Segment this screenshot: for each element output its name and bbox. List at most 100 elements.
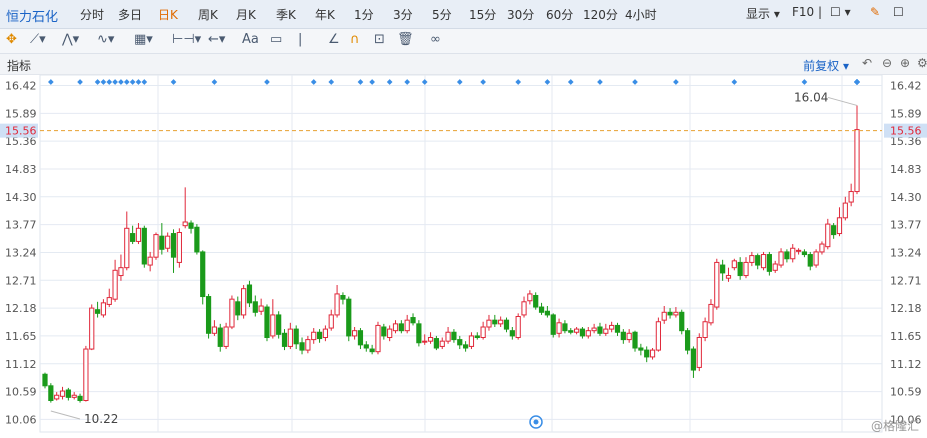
- candle-body: [141, 227, 147, 265]
- window-checkbox-icon[interactable]: ☐: [893, 5, 904, 19]
- settings-icon[interactable]: ⚙: [917, 56, 927, 70]
- period-tab[interactable]: 60分: [546, 6, 573, 23]
- wave-tool-icon[interactable]: ∿▾: [97, 32, 114, 47]
- comment-tool-icon[interactable]: ▭: [270, 32, 282, 47]
- candle-body: [573, 328, 580, 333]
- divider-icon: |: [298, 32, 303, 47]
- candle-body: [346, 298, 352, 337]
- y-tick-label-right: 10.59: [890, 386, 922, 399]
- candle-body: [387, 328, 393, 339]
- period-tab[interactable]: 30分: [507, 6, 534, 23]
- candle-body: [422, 340, 428, 343]
- magnet-icon[interactable]: ∩: [350, 32, 360, 47]
- y-tick-label-right: 12.71: [890, 274, 922, 287]
- display-menu[interactable]: 显示 ▾: [746, 5, 780, 22]
- period-tab[interactable]: 120分: [583, 6, 618, 23]
- zoom-in-icon[interactable]: ⊕: [900, 56, 910, 70]
- candle-body: [813, 251, 819, 266]
- period-tab[interactable]: 周K: [198, 6, 218, 23]
- layout-checkbox-icon[interactable]: ☐ ▾: [830, 5, 851, 19]
- period-tab[interactable]: 年K: [315, 6, 335, 23]
- period-tab[interactable]: 5分: [432, 6, 452, 23]
- candle-body: [392, 323, 399, 332]
- candle-body: [731, 260, 737, 269]
- arrow-tool-icon[interactable]: ←▾: [208, 32, 225, 47]
- candle-body: [825, 223, 831, 248]
- candle-body: [749, 255, 755, 263]
- f10-button[interactable]: F10: [792, 5, 814, 19]
- pencil-icon[interactable]: ✎: [870, 5, 880, 19]
- trash-icon[interactable]: 🗑: [397, 32, 414, 47]
- candle-body: [503, 319, 510, 330]
- period-tab[interactable]: 月K: [236, 6, 256, 23]
- period-tab[interactable]: 多日: [118, 6, 142, 23]
- candle-body: [89, 307, 95, 350]
- candle-body: [182, 221, 188, 227]
- candle-body: [328, 314, 334, 329]
- period-tab[interactable]: 季K: [276, 6, 296, 23]
- eraser-icon[interactable]: ∠: [328, 32, 340, 47]
- crosshair-icon[interactable]: ✥: [6, 32, 17, 47]
- period-tab[interactable]: 日K: [158, 6, 178, 23]
- y-tick-label-left: 12.18: [5, 302, 37, 315]
- lock-icon[interactable]: ⊡: [374, 32, 385, 47]
- y-tick-label-left: 16.42: [5, 80, 37, 93]
- candle-body: [690, 348, 697, 371]
- stock-name-tab[interactable]: 恒力石化: [6, 6, 58, 25]
- candle-body: [404, 319, 410, 332]
- candle-body: [655, 321, 661, 351]
- scroll-handle-dot: [533, 419, 539, 425]
- candle-body: [276, 314, 282, 335]
- candle-body: [632, 331, 638, 349]
- candle-body: [538, 306, 545, 313]
- candlestick-chart[interactable]: 16.42 16.4215.89 15.8915.36 15.3614.83 14.83…: [0, 75, 927, 438]
- period-tab[interactable]: 3分: [393, 6, 413, 23]
- candle-body: [77, 395, 83, 401]
- candle-body: [626, 332, 632, 341]
- candle-body: [398, 323, 404, 332]
- candle-body: [188, 222, 194, 229]
- candle-body: [515, 316, 521, 338]
- period-tab[interactable]: 分时: [80, 6, 104, 23]
- candle-body: [527, 293, 533, 302]
- candle-body: [673, 311, 679, 316]
- candle-body: [311, 331, 317, 341]
- text-tool-icon[interactable]: Aa: [242, 32, 259, 47]
- price-adjust-menu[interactable]: 前复权 ▾: [803, 57, 849, 74]
- indicator-label[interactable]: 指标: [7, 57, 31, 74]
- polyline-tool-icon[interactable]: ⋀▾: [62, 32, 79, 47]
- candle-body: [293, 328, 299, 345]
- y-tick-label-left: 10.06: [5, 413, 37, 426]
- candle-body: [720, 264, 726, 274]
- measure-tool-icon[interactable]: ⊢⊣▾: [172, 32, 201, 47]
- candle-body: [457, 339, 463, 346]
- period-tab[interactable]: 15分: [469, 6, 496, 23]
- indicator-bar: 指标 前复权 ▾ ↶ ⊖ ⊕ ⚙: [0, 54, 927, 75]
- candle-body: [59, 390, 66, 397]
- candle-body: [334, 293, 340, 316]
- period-tab[interactable]: 1分: [354, 6, 374, 23]
- candle-body: [766, 254, 772, 272]
- candle-body: [544, 310, 550, 316]
- candle-body: [790, 247, 796, 260]
- undo-icon[interactable]: ↶: [862, 56, 872, 70]
- candle-body: [112, 269, 118, 300]
- y-tick-label-left: 13.24: [5, 246, 37, 259]
- candle-body: [433, 338, 439, 349]
- period-tab[interactable]: 4小时: [625, 6, 657, 23]
- link-icon[interactable]: ∞: [430, 32, 441, 47]
- candle-body: [270, 314, 276, 337]
- candle-body: [591, 327, 597, 332]
- current-price-label-right: 15.56: [890, 125, 922, 138]
- candle-body: [42, 373, 48, 387]
- candle-body: [854, 129, 860, 193]
- fib-tool-icon[interactable]: ▦▾: [134, 32, 153, 47]
- zoom-out-icon[interactable]: ⊖: [882, 56, 892, 70]
- candle-body: [743, 261, 749, 277]
- line-tool-icon[interactable]: ⟋▾: [30, 32, 46, 47]
- drawing-toolbar: ✥ ⟋▾ ⋀▾ ∿▾ ▦▾ ⊢⊣▾ ←▾ Aa ▭ | ∠ ∩ ⊡ 🗑 ∞: [0, 29, 927, 54]
- y-tick-label-left: 13.77: [5, 219, 37, 232]
- candle-body: [778, 251, 784, 266]
- candle-body: [410, 317, 416, 324]
- candle-body: [585, 330, 591, 337]
